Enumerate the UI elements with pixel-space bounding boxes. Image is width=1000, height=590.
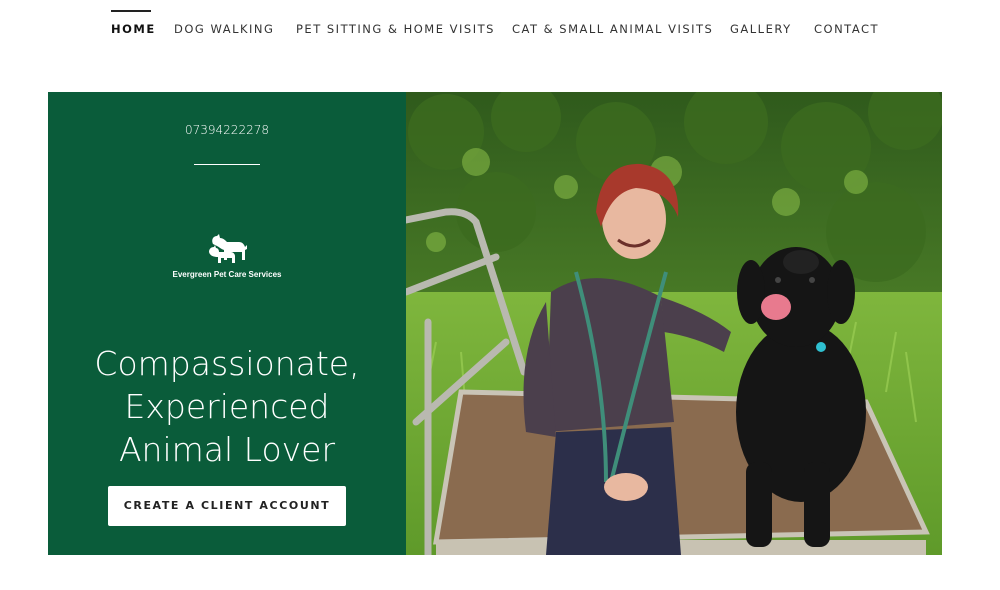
brand-logo[interactable]: Evergreen Pet Care Services	[48, 230, 406, 279]
hero-section: 07394222278 Evergreen Pet Care Services …	[48, 92, 942, 555]
nav-gallery[interactable]: GALLERY	[730, 10, 792, 38]
photo-illustration	[406, 92, 942, 555]
dog-cat-logo-icon	[209, 234, 247, 263]
hero-photo	[406, 92, 942, 555]
headline-line-1: Compassionate,	[94, 344, 360, 383]
nav-cat-small-animal[interactable]: CAT & SMALL ANIMAL VISITS	[512, 10, 713, 38]
nav-dog-walking[interactable]: DOG WALKING	[174, 10, 274, 38]
nav-home[interactable]: HOME	[111, 10, 154, 38]
main-nav: HOME DOG WALKING PET SITTING & HOME VISI…	[0, 0, 1000, 50]
divider-line	[194, 164, 260, 165]
headline-line-3: Animal Lover	[118, 430, 336, 469]
create-account-button[interactable]: CREATE A CLIENT ACCOUNT	[108, 486, 346, 526]
hero-panel: 07394222278 Evergreen Pet Care Services …	[48, 92, 406, 555]
headline-line-2: Experienced	[124, 387, 330, 426]
nav-contact[interactable]: CONTACT	[814, 10, 879, 38]
hero-headline: Compassionate, Experienced Animal Lover	[48, 342, 406, 471]
phone-number[interactable]: 07394222278	[48, 123, 406, 137]
logo-text: Evergreen Pet Care Services	[172, 270, 282, 279]
nav-pet-sitting[interactable]: PET SITTING & HOME VISITS	[296, 10, 495, 38]
